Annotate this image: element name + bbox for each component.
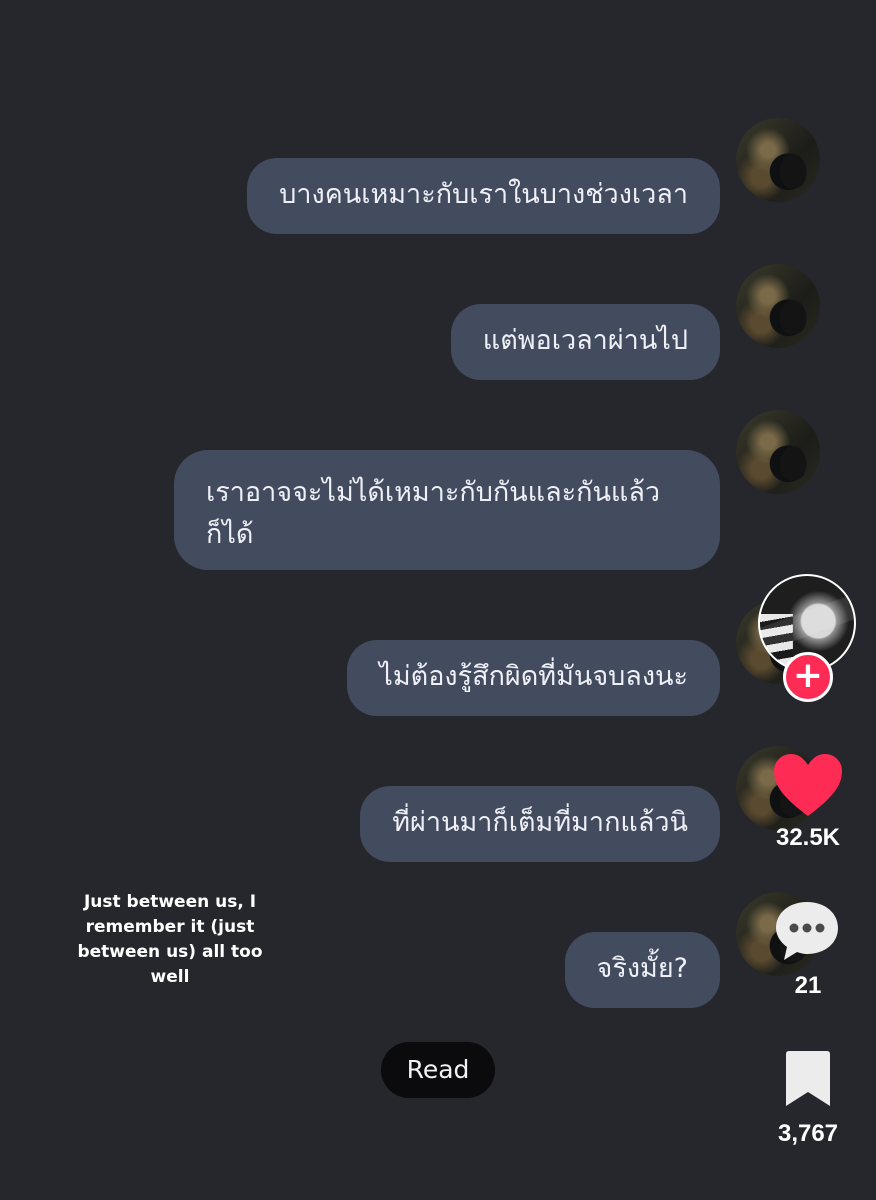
message-bubble: บางคนเหมาะกับเราในบางช่วงเวลา xyxy=(247,158,720,234)
video-caption: Just between us, I remember it (just bet… xyxy=(77,892,263,987)
heart-icon[interactable] xyxy=(772,752,844,818)
save-count: 3,767 xyxy=(777,1120,839,1147)
message-bubble: ไม่ต้องรู้สึกผิดที่มันจบลงนะ xyxy=(347,640,720,716)
message-bubble: แต่พอเวลาผ่านไป xyxy=(450,304,720,380)
like-count: 32.5K xyxy=(775,824,841,851)
sender-avatar xyxy=(736,264,820,348)
sender-avatar xyxy=(736,410,820,494)
message-bubble: จริงมั้ย? xyxy=(564,932,720,1008)
bookmark-icon[interactable] xyxy=(782,1050,834,1108)
message-bubble: เราอาจจะไม่ได้เหมาะกับกันและกันแล้ว ก็ได… xyxy=(174,450,720,570)
message-bubble: ที่ผ่านมาก็เต็มที่มากแล้วนิ xyxy=(360,786,720,862)
comment-bubble-icon[interactable] xyxy=(772,898,842,964)
follow-plus-icon[interactable]: + xyxy=(783,652,833,702)
read-status-pill: Read xyxy=(381,1042,495,1098)
comment-count: 21 xyxy=(794,972,822,999)
sender-avatar xyxy=(736,118,820,202)
